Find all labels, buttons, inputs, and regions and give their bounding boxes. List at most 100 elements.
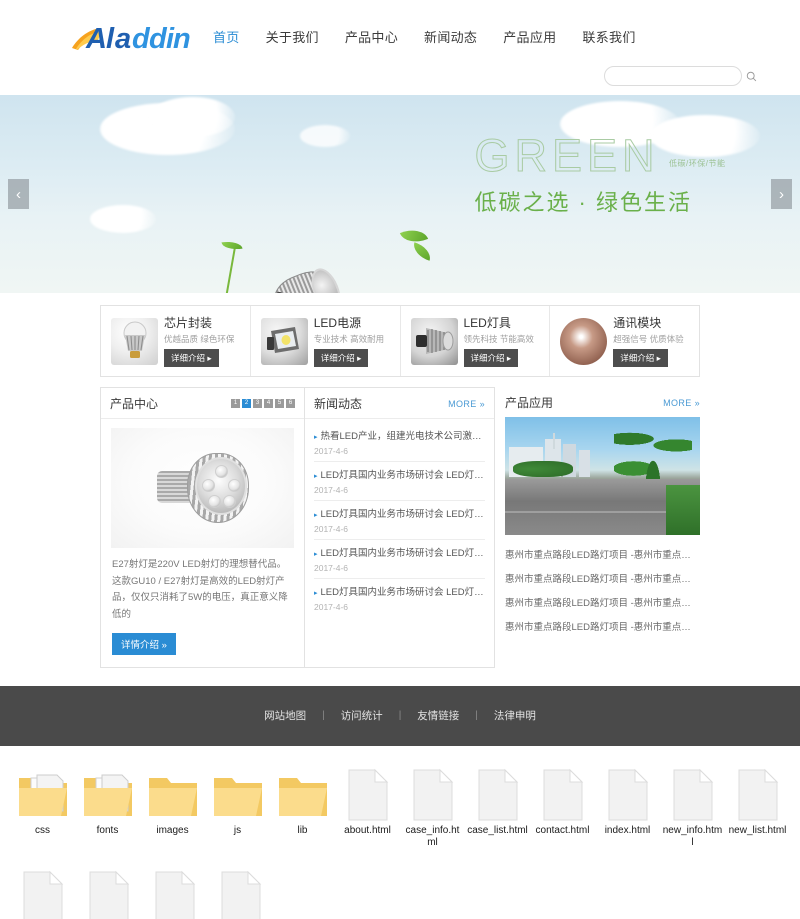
folder-item[interactable]: lib xyxy=(270,760,335,862)
bulb-icon xyxy=(111,317,158,365)
application-image[interactable] xyxy=(505,417,700,536)
feature-card-comm-module[interactable]: 通讯模块 超强信号 优质体验 详细介绍 ▸ xyxy=(550,306,699,376)
folder-item[interactable]: images xyxy=(140,760,205,862)
site-footer: 网站地图 | 访问统计 | 友情链接 | 法律申明 xyxy=(0,685,800,746)
nav-item-about[interactable]: 关于我们 xyxy=(253,27,332,46)
footer-link-sitemap[interactable]: 网站地图 xyxy=(248,708,322,723)
footer-link-friendly-links[interactable]: 友情链接 xyxy=(401,708,475,723)
products-panel: 产品中心 1 2 3 4 5 6 E27射灯是220V LED射灯的理想替代品。… xyxy=(100,387,305,668)
site-header: A l a d d i n 首页 关于我们 产品中心 新闻动态 产品应用 联系我… xyxy=(0,0,800,95)
hero-text-block: GREEN 低碳/环保/节能 低碳之选 · 绿色生活 xyxy=(474,133,725,217)
application-item[interactable]: 惠州市重点路段LED路灯项目 -惠州市重点路… xyxy=(505,614,700,638)
feature-detail-button[interactable]: 详细介绍 ▸ xyxy=(613,349,668,368)
nav-item-news[interactable]: 新闻动态 xyxy=(411,27,490,46)
news-item-title[interactable]: LED灯具国内业务市场研讨会 LED灯具… xyxy=(314,545,485,559)
feature-card-led-lamp[interactable]: LED灯具 领先科技 节能高效 详细介绍 ▸ xyxy=(401,306,551,377)
news-title: 新闻动态 xyxy=(314,397,363,412)
file-label: about.html xyxy=(344,824,391,836)
file-item[interactable]: new_list.html xyxy=(725,760,790,862)
feature-title: 芯片封装 xyxy=(164,316,213,330)
news-item-title[interactable]: 热看LED产业，组建光电技术公司激活… xyxy=(314,428,485,442)
news-item-title[interactable]: LED灯具国内业务市场研讨会 LED灯具… xyxy=(314,467,485,481)
products-pager: 1 2 3 4 5 6 xyxy=(231,399,295,409)
feature-desc: 专业技术 高效耐用 xyxy=(313,334,385,345)
leaf-icon xyxy=(221,239,243,252)
pager-page-6[interactable]: 6 xyxy=(286,399,295,409)
news-more-link[interactable]: MORE » xyxy=(448,399,485,409)
news-item-date: 2017-4-6 xyxy=(314,602,349,613)
pager-page-4[interactable]: 4 xyxy=(264,399,273,409)
hero-headline-small: 低碳/环保/节能 xyxy=(669,159,726,168)
applications-panel: 产品应用 MORE » 惠州市重点路段LED路灯项目 -惠州市重点路… 惠州市重… xyxy=(495,387,700,668)
file-item[interactable]: case_info.html xyxy=(400,760,465,862)
hero-next-arrow[interactable]: › xyxy=(771,179,792,209)
file-item[interactable]: index.html xyxy=(595,760,660,862)
file-item[interactable]: news_info.html xyxy=(10,862,76,919)
application-item[interactable]: 惠州市重点路段LED路灯项目 -惠州市重点路… xyxy=(505,542,700,566)
folder-icon xyxy=(75,760,140,822)
pager-page-1[interactable]: 1 xyxy=(231,399,240,409)
footer-links: 网站地图 | 访问统计 | 友情链接 | 法律申明 xyxy=(248,708,552,723)
cloud-shape xyxy=(300,125,350,147)
file-label: case_info.html xyxy=(405,824,460,849)
news-item[interactable]: LED灯具国内业务市场研讨会 LED灯具… 2017-4-6 xyxy=(314,501,485,541)
news-item[interactable]: LED灯具国内业务市场研讨会 LED灯具… 2017-4-6 xyxy=(314,579,485,617)
nav-item-products[interactable]: 产品中心 xyxy=(332,27,411,46)
feature-detail-button[interactable]: 详细介绍 ▸ xyxy=(313,349,369,368)
content-columns: 产品中心 1 2 3 4 5 6 E27射灯是220V LED射灯的理想替代品。… xyxy=(100,387,700,668)
nav-item-applications[interactable]: 产品应用 xyxy=(490,27,569,46)
file-label: fonts xyxy=(96,824,119,836)
file-icon xyxy=(335,760,400,822)
footer-link-statistics[interactable]: 访问统计 xyxy=(325,708,399,723)
file-item[interactable]: news_list.html xyxy=(76,862,142,919)
news-item-title[interactable]: LED灯具国内业务市场研讨会 LED灯具… xyxy=(314,506,485,520)
file-item[interactable]: product_list.html xyxy=(208,862,274,919)
product-image[interactable] xyxy=(111,428,294,549)
folder-icon xyxy=(205,760,270,822)
feature-desc: 领先科技 节能高效 xyxy=(463,334,534,345)
application-item[interactable]: 惠州市重点路段LED路灯项目 -惠州市重点路… xyxy=(505,566,700,590)
file-label: index.html xyxy=(604,824,651,836)
feature-detail-button[interactable]: 详细介绍 ▸ xyxy=(463,349,519,368)
led-spotlight-large xyxy=(267,263,351,293)
feature-detail-button[interactable]: 详细介绍 ▸ xyxy=(164,349,219,368)
file-label: images xyxy=(156,824,189,836)
folder-item[interactable]: css xyxy=(10,760,75,862)
news-item-title[interactable]: LED灯具国内业务市场研讨会 LED灯具… xyxy=(314,584,485,598)
file-item[interactable]: case_list.html xyxy=(465,760,530,862)
folder-item[interactable]: fonts xyxy=(75,760,140,862)
applications-more-link[interactable]: MORE » xyxy=(663,398,700,408)
news-item[interactable]: LED灯具国内业务市场研讨会 LED灯具… 2017-4-6 xyxy=(314,462,485,502)
file-item[interactable]: product_info.html xyxy=(142,862,208,919)
pager-page-2[interactable]: 2 xyxy=(242,399,251,409)
search-box xyxy=(604,66,757,86)
hero-prev-arrow[interactable]: ‹ xyxy=(8,179,29,209)
pager-page-3[interactable]: 3 xyxy=(253,399,262,409)
search-input[interactable] xyxy=(605,70,746,82)
news-item[interactable]: 热看LED产业，组建光电技术公司激活… 2017-4-6 xyxy=(314,423,485,463)
nav-item-contact[interactable]: 联系我们 xyxy=(569,27,648,46)
feature-card-led-power[interactable]: LED电源 专业技术 高效耐用 详细介绍 ▸ xyxy=(251,306,401,377)
main-content: 芯片封装 优越品质 绿色环保 详细介绍 ▸ LED电源 专业技术 高效耐用 详细… xyxy=(0,305,800,668)
file-item[interactable]: contact.html xyxy=(530,760,595,862)
folder-item[interactable]: js xyxy=(205,760,270,862)
main-navigation: 首页 关于我们 产品中心 新闻动态 产品应用 联系我们 xyxy=(200,27,649,46)
spotlight-icon xyxy=(410,317,458,365)
search-icon[interactable] xyxy=(746,71,757,82)
hero-banner: GREEN 低碳/环保/节能 低碳之选 · 绿色生活 ‹ › xyxy=(0,95,800,293)
file-item[interactable]: new_info.html xyxy=(660,760,725,862)
file-item[interactable]: about.html xyxy=(335,760,400,862)
product-detail-button[interactable]: 详情介绍 » xyxy=(112,632,176,655)
nav-item-home[interactable]: 首页 xyxy=(200,27,253,46)
file-icon xyxy=(725,760,790,822)
footer-link-legal[interactable]: 法律申明 xyxy=(478,708,552,723)
product-description: E27射灯是220V LED射灯的理想替代品。这款GU10 / E27射灯是高效… xyxy=(112,559,288,621)
hero-subline: 低碳之选 · 绿色生活 xyxy=(474,190,692,215)
file-icon xyxy=(595,760,660,822)
pager-page-5[interactable]: 5 xyxy=(275,399,284,409)
news-item[interactable]: LED灯具国内业务市场研讨会 LED灯具… 2017-4-6 xyxy=(314,540,485,580)
application-item[interactable]: 惠州市重点路段LED路灯项目 -惠州市重点路… xyxy=(505,590,700,614)
site-logo[interactable]: A l a d d i n xyxy=(68,18,193,54)
feature-card-chip-package[interactable]: 芯片封装 优越品质 绿色环保 详细介绍 ▸ xyxy=(101,306,251,377)
news-list: 热看LED产业，组建光电技术公司激活… 2017-4-6 LED灯具国内业务市场… xyxy=(305,419,494,623)
